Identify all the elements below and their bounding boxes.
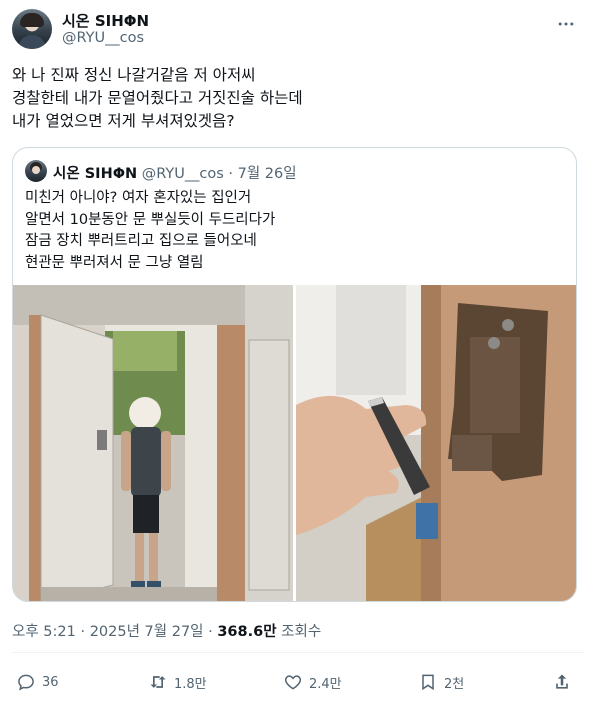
reply-count: 36 [42,674,59,690]
quote-author-handle: @RYU__cos [141,166,224,182]
divider [12,652,584,653]
more-options-icon[interactable] [556,14,576,34]
views-count: 368.6만 [217,624,277,640]
repost-count: 1.8만 [174,676,207,692]
bookmark-icon [422,674,434,691]
share-button[interactable] [552,668,572,696]
tweet-timestamp: 오후 5:21 · 2025년 7월 27일 · 368.6만 조회수 [12,620,321,641]
reply-button[interactable]: 36 [16,668,59,696]
action-bar: 36 1.8만 2.4만 2천 [0,668,596,696]
quoted-tweet[interactable]: 시온 SIHΦN @RYU__cos · 7월 26일 미친거 아니야? 여자 … [12,147,577,602]
share-icon [556,674,568,689]
like-count: 2.4만 [309,676,342,692]
tweet-header: 시온 SIHΦN @RYU__cos [12,8,584,52]
like-button[interactable]: 2.4만 [283,668,342,696]
tweet-date[interactable]: 2025년 7월 27일 [90,624,204,640]
reply-icon [18,674,34,691]
tweet-line: 와 나 진짜 정신 나갈거같음 저 아저씨 [12,66,256,84]
bookmark-count: 2천 [444,676,465,692]
timestamp-separator: · [80,624,90,640]
quote-author-name: 시온 SIHΦN [53,166,138,182]
heart-icon [284,675,302,690]
bookmark-button[interactable]: 2천 [418,668,464,696]
quote-avatar [25,160,47,182]
tweet-text: 와 나 진짜 정신 나갈거같음 저 아저씨 경찰한테 내가 문열어줬다고 거짓진… [12,64,584,133]
views-label: 조회수 [281,624,322,640]
quote-line: 알면서 10분동안 문 뿌실듯이 두드리다가 [25,211,276,228]
repost-icon [150,676,166,688]
quote-line: 현관문 뿌러져서 문 그냥 열림 [25,254,204,271]
author-name[interactable]: 시온 SIHΦN [62,10,149,31]
tweet-line: 내가 열었으면 저게 부셔져있겟음? [12,112,235,130]
tweet-line: 경찰한테 내가 문열어줬다고 거짓진술 하는데 [12,89,303,107]
author-handle[interactable]: @RYU__cos [62,30,144,46]
timestamp-separator: · [208,624,218,640]
quote-meta: 시온 SIHΦN @RYU__cos · 7월 26일 [53,162,297,183]
repost-button[interactable]: 1.8만 [148,668,207,696]
quote-separator: · [228,166,234,182]
quote-date: 7월 26일 [237,166,297,182]
quote-line: 잠금 장치 뿌러트리고 집으로 들어오네 [25,233,257,249]
avatar[interactable] [12,9,52,49]
photo-doorway[interactable] [13,285,293,601]
quote-line: 미친거 아니야? 여자 혼자있는 집인거 [25,190,252,206]
tweet-time[interactable]: 오후 5:21 [12,624,76,640]
photo-broken-lock[interactable] [296,285,576,601]
quote-text: 미친거 아니야? 여자 혼자있는 집인거 알면서 10분동안 문 뿌실듯이 두드… [25,188,565,274]
